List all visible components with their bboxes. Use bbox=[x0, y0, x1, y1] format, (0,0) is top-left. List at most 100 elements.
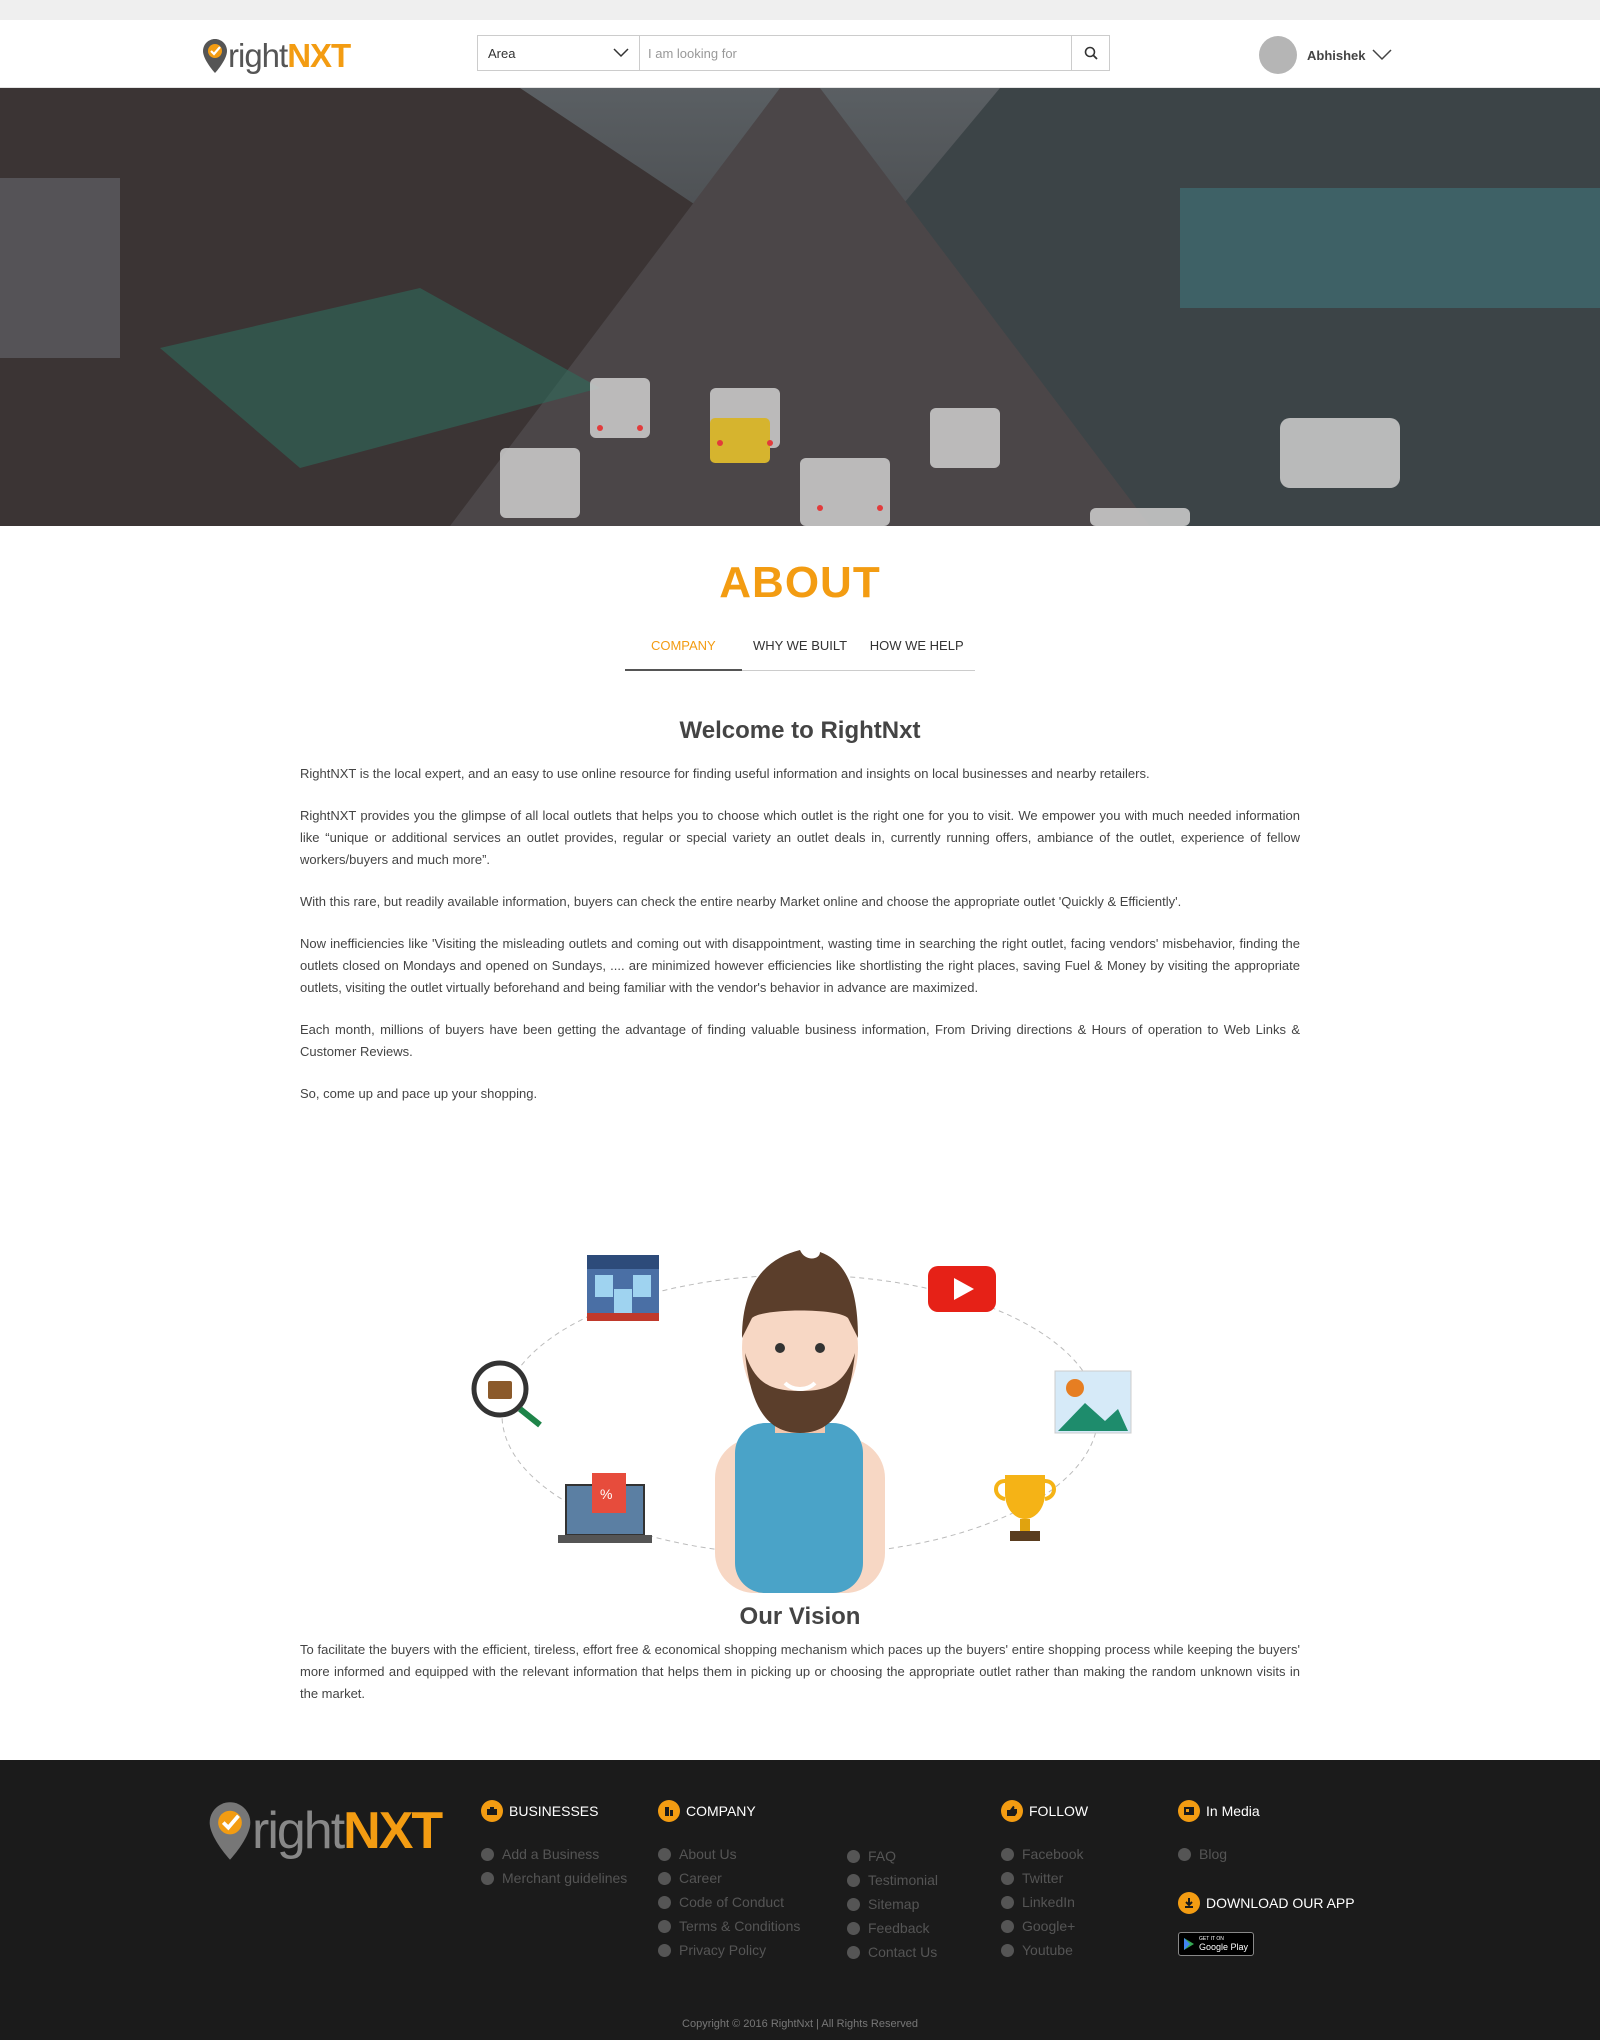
footer-link-label: Testimonial bbox=[868, 1872, 939, 1888]
company-paragraph: Now inefficiencies like 'Visiting the mi… bbox=[300, 936, 1300, 995]
avatar[interactable] bbox=[1259, 36, 1297, 74]
tab-company[interactable]: COMPANY bbox=[625, 636, 742, 671]
footer-link-label: Merchant guidelines bbox=[502, 1870, 628, 1886]
footer-link-label: Blog bbox=[1199, 1846, 1228, 1862]
company-paragraph: Each month, millions of buyers have been… bbox=[300, 1022, 1300, 1059]
tab-how-we-help[interactable]: HOW WE HELP bbox=[858, 636, 975, 670]
footer-logo[interactable]: right NXT bbox=[208, 1800, 443, 1862]
footer-logo-nxt-text: NXT bbox=[343, 1802, 443, 1860]
footer-link-label: Privacy Policy bbox=[679, 1942, 767, 1958]
footer-link-label: About Us bbox=[679, 1846, 737, 1862]
footer-link-label: Feedback bbox=[868, 1920, 930, 1936]
footer-link-faq[interactable]: FAQ bbox=[847, 1844, 938, 1868]
trophy-icon bbox=[994, 1475, 1056, 1541]
check-circle-icon bbox=[481, 1847, 494, 1861]
footer-follow-heading: FOLLOW bbox=[1001, 1800, 1088, 1822]
job-search-icon bbox=[471, 1360, 542, 1428]
google-play-badge-big: Google Play bbox=[1199, 1942, 1249, 1952]
location-pin-icon bbox=[209, 1802, 251, 1860]
user-menu[interactable]: Abhishek bbox=[1259, 36, 1392, 74]
site-logo[interactable]: right NXT bbox=[202, 34, 351, 78]
footer-company-title: COMPANY bbox=[686, 1803, 756, 1819]
footer-businesses-column: BUSINESSES Add a Business Merchant guide… bbox=[481, 1800, 627, 1890]
footer-link-facebook[interactable]: Facebook bbox=[1001, 1842, 1088, 1866]
footer-link-about-us[interactable]: About Us bbox=[658, 1842, 800, 1866]
footer-follow-column: FOLLOW Facebook Twitter LinkedIn Google+… bbox=[1001, 1800, 1088, 1962]
footer-link-contact-us[interactable]: Contact Us bbox=[847, 1940, 938, 1964]
footer-businesses-heading: BUSINESSES bbox=[481, 1800, 627, 1822]
welcome-heading: Welcome to RightNxt bbox=[679, 717, 921, 744]
logo-nxt-text: NXT bbox=[287, 37, 351, 74]
check-circle-icon bbox=[1001, 1895, 1014, 1909]
newspaper-icon bbox=[1178, 1800, 1200, 1822]
thumbs-up-icon bbox=[1001, 1800, 1023, 1822]
footer-link-terms[interactable]: Terms & Conditions bbox=[658, 1914, 800, 1938]
footer-link-blog[interactable]: Blog bbox=[1178, 1842, 1355, 1866]
youtube-icon bbox=[928, 1266, 996, 1312]
check-circle-icon bbox=[847, 1873, 860, 1887]
check-circle-icon bbox=[847, 1897, 860, 1911]
svg-text:%: % bbox=[600, 1486, 612, 1502]
vision-text: To facilitate the buyers with the effici… bbox=[300, 1642, 1300, 1701]
man-character-icon bbox=[715, 1250, 885, 1593]
search-icon bbox=[1084, 46, 1098, 60]
vision-section: Our Vision To facilitate the buyers with… bbox=[300, 1603, 1300, 1705]
location-pin-icon bbox=[203, 39, 227, 73]
footer-download-heading: DOWNLOAD OUR APP bbox=[1178, 1892, 1355, 1914]
footer-media-heading: In Media bbox=[1178, 1800, 1355, 1822]
vision-illustration: % bbox=[300, 1243, 1300, 1593]
footer-businesses-title: BUSINESSES bbox=[509, 1803, 599, 1819]
footer-link-label: FAQ bbox=[868, 1848, 897, 1864]
footer-link-label: Youtube bbox=[1022, 1942, 1073, 1958]
footer-link-testimonial[interactable]: Testimonial bbox=[847, 1868, 938, 1892]
footer-media-title: In Media bbox=[1206, 1803, 1260, 1819]
footer-link-merchant-guidelines[interactable]: Merchant guidelines bbox=[481, 1866, 627, 1890]
footer-link-twitter[interactable]: Twitter bbox=[1001, 1866, 1088, 1890]
footer-link-label: Google+ bbox=[1022, 1918, 1076, 1934]
chevron-down-icon bbox=[1371, 49, 1392, 61]
download-icon bbox=[1178, 1892, 1200, 1914]
search-input[interactable] bbox=[640, 36, 1071, 70]
tab-why-we-built[interactable]: WHY WE BUILT bbox=[742, 636, 859, 670]
check-circle-icon bbox=[1001, 1871, 1014, 1885]
username: Abhishek bbox=[1307, 47, 1366, 63]
footer-link-code-of-conduct[interactable]: Code of Conduct bbox=[658, 1890, 800, 1914]
google-play-badge[interactable]: GET IT ON Google Play bbox=[1178, 1932, 1254, 1956]
company-paragraph: So, come up and pace up your shopping. bbox=[300, 1086, 538, 1101]
footer-link-label: Add a Business bbox=[502, 1846, 600, 1862]
footer-link-google-plus[interactable]: Google+ bbox=[1001, 1914, 1088, 1938]
search-bar: Area bbox=[477, 35, 1110, 71]
check-circle-icon bbox=[847, 1849, 860, 1863]
footer-link-sitemap[interactable]: Sitemap bbox=[847, 1892, 938, 1916]
footer-link-add-business[interactable]: Add a Business bbox=[481, 1842, 627, 1866]
footer-link-linkedin[interactable]: LinkedIn bbox=[1001, 1890, 1088, 1914]
footer-link-label: Facebook bbox=[1022, 1846, 1084, 1862]
area-select-label: Area bbox=[488, 45, 516, 61]
footer-follow-title: FOLLOW bbox=[1029, 1803, 1089, 1819]
about-tabs: COMPANY WHY WE BUILT HOW WE HELP bbox=[625, 636, 975, 671]
logo-right-text: right bbox=[228, 37, 288, 74]
company-paragraph: RightNXT provides you the glimpse of all… bbox=[300, 808, 1300, 867]
footer-link-label: LinkedIn bbox=[1022, 1894, 1075, 1910]
check-circle-icon bbox=[847, 1921, 860, 1935]
check-circle-icon bbox=[658, 1847, 671, 1861]
hero-banner-image bbox=[0, 88, 1600, 526]
footer-link-label: Career bbox=[679, 1870, 722, 1886]
storefront-icon bbox=[587, 1255, 659, 1321]
footer-link-career[interactable]: Career bbox=[658, 1866, 800, 1890]
check-circle-icon bbox=[658, 1919, 671, 1933]
footer-link-feedback[interactable]: Feedback bbox=[847, 1916, 938, 1940]
area-select[interactable]: Area bbox=[478, 36, 640, 70]
footer-media-column: In Media Blog DOWNLOAD OUR APP GET IT ON… bbox=[1178, 1800, 1355, 1956]
landscape-image-icon bbox=[1054, 1370, 1132, 1434]
check-circle-icon bbox=[1001, 1847, 1014, 1861]
company-paragraph: RightNXT is the local expert, and an eas… bbox=[300, 766, 1150, 781]
footer-link-label: Code of Conduct bbox=[679, 1894, 785, 1910]
chevron-down-icon bbox=[613, 48, 629, 58]
footer-download-title: DOWNLOAD OUR APP bbox=[1206, 1895, 1355, 1911]
footer-link-privacy[interactable]: Privacy Policy bbox=[658, 1938, 800, 1962]
search-button[interactable] bbox=[1071, 36, 1109, 70]
check-circle-icon bbox=[658, 1895, 671, 1909]
footer-link-label: Twitter bbox=[1022, 1870, 1064, 1886]
footer-link-youtube[interactable]: Youtube bbox=[1001, 1938, 1088, 1962]
